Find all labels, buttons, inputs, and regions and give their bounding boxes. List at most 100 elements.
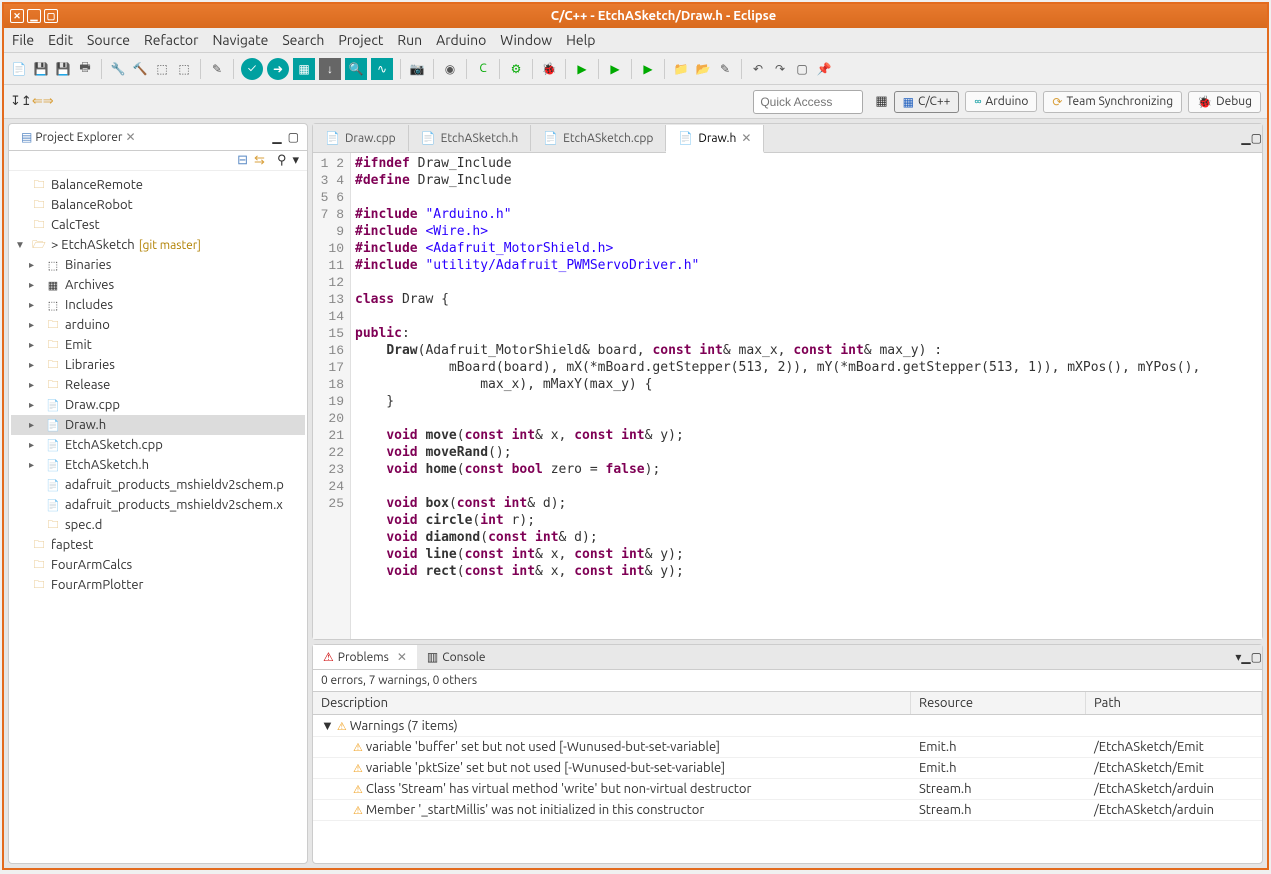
profile-icon[interactable]: ▶ [639, 60, 657, 78]
expand-down-icon[interactable]: ↧ [10, 94, 21, 109]
menu-project[interactable]: Project [338, 32, 383, 48]
close-icon[interactable]: ✕ [741, 131, 751, 145]
perspective-arduino[interactable]: ∞Arduino [965, 91, 1037, 112]
hammer-icon[interactable]: 🔨 [131, 60, 149, 78]
tree-item[interactable]: Includes [65, 298, 113, 312]
tree-item[interactable]: Binaries [65, 258, 111, 272]
wrench-icon[interactable]: 🔧 [109, 60, 127, 78]
save-icon[interactable]: 💾 [32, 60, 50, 78]
minimize-pane-icon[interactable]: ▁ [1241, 131, 1250, 145]
tree-item[interactable]: Draw.h [65, 418, 106, 432]
minimize-pane-icon[interactable]: ▁ [272, 130, 281, 144]
expand-icon[interactable]: ▼ [15, 239, 27, 251]
menu-file[interactable]: File [12, 32, 34, 48]
tree-item[interactable]: Libraries [65, 358, 115, 372]
new-proj-icon[interactable]: 📁 [672, 60, 690, 78]
print-icon[interactable]: 🖶 [76, 60, 94, 78]
tree-item[interactable]: adafruit_products_mshieldv2schem.x [65, 498, 283, 512]
new-sketch-icon[interactable]: ▦ [293, 58, 315, 80]
code-area[interactable]: #ifndef Draw_Include #define Draw_Includ… [351, 153, 1262, 639]
minimize-pane-icon[interactable]: ▁ [1241, 650, 1250, 664]
tree-item[interactable]: faptest [51, 538, 93, 552]
upload2-icon[interactable]: ↓ [319, 58, 341, 80]
window-minimize-icon[interactable]: ▁ [27, 9, 41, 23]
verify-icon[interactable]: ✓ [241, 58, 263, 80]
project-tree[interactable]: 🗀BalanceRemote 🗀BalanceRobot 🗀CalcTest ▼… [9, 171, 307, 863]
menu-edit[interactable]: Edit [48, 32, 73, 48]
menu-navigate[interactable]: Navigate [212, 32, 268, 48]
binary2-icon[interactable]: ⬚ [175, 60, 193, 78]
editor-body[interactable]: 1 2 3 4 5 6 7 8 9 10 11 12 13 14 15 16 1… [313, 153, 1262, 639]
titlebar[interactable]: ✕ ▁ ▢ C/C++ - EtchASketch/Draw.h - Eclip… [4, 4, 1267, 28]
perspective-team[interactable]: ⟳Team Synchronizing [1043, 91, 1182, 113]
tree-item[interactable]: spec.d [65, 518, 102, 532]
menu-source[interactable]: Source [87, 32, 130, 48]
tree-item[interactable]: CalcTest [51, 218, 100, 232]
problem-row[interactable]: ⚠ Member '_startMillis' was not initiali… [313, 800, 1262, 821]
box-icon[interactable]: ▢ [793, 60, 811, 78]
expand-icon[interactable]: ▸ [29, 439, 41, 451]
new-icon[interactable]: 📄 [10, 60, 28, 78]
undo-icon[interactable]: ↶ [749, 60, 767, 78]
target-icon[interactable]: ◉ [441, 60, 459, 78]
editor-tab-drawcpp[interactable]: 📄Draw.cpp [313, 125, 409, 151]
perspective-cpp[interactable]: ▦C/C++ [894, 91, 960, 113]
expand-icon[interactable]: ▸ [29, 459, 41, 471]
problem-row[interactable]: ⚠ variable 'buffer' set but not used [-W… [313, 737, 1262, 758]
gear-icon[interactable]: ⚙ [507, 60, 525, 78]
column-resource[interactable]: Resource [911, 692, 1086, 714]
tree-item[interactable]: arduino [65, 318, 110, 332]
view-menu-icon[interactable]: ▾ [292, 153, 299, 168]
expand-icon[interactable]: ▸ [29, 319, 41, 331]
open-proj-icon[interactable]: 📂 [694, 60, 712, 78]
expand-icon[interactable]: ▸ [29, 399, 41, 411]
problem-row[interactable]: ⚠ Class 'Stream' has virtual method 'wri… [313, 779, 1262, 800]
tree-item[interactable]: FourArmPlotter [51, 578, 143, 592]
maximize-pane-icon[interactable]: ▢ [1251, 131, 1262, 145]
tree-item[interactable]: > EtchASketch [51, 238, 135, 252]
tree-item[interactable]: BalanceRemote [51, 178, 143, 192]
expand-icon[interactable]: ▸ [29, 359, 41, 371]
collapse-all-icon[interactable]: ⊟ [237, 153, 248, 168]
wand-icon[interactable]: ✎ [208, 60, 226, 78]
tree-item[interactable]: FourArmCalcs [51, 558, 132, 572]
problem-row[interactable]: ⚠ variable 'pktSize' set but not used [-… [313, 758, 1262, 779]
console-tab[interactable]: ▥Console [417, 645, 496, 669]
project-explorer-tab[interactable]: ▤ Project Explorer ✕ [17, 128, 140, 146]
run-icon[interactable]: ▶ [573, 60, 591, 78]
forward-icon[interactable]: ⇒ [43, 94, 54, 109]
column-description[interactable]: Description [313, 692, 911, 714]
edit-proj-icon[interactable]: ✎ [716, 60, 734, 78]
menu-search[interactable]: Search [282, 32, 324, 48]
expand-icon[interactable]: ▸ [29, 419, 41, 431]
ext-icon[interactable]: ▶ [606, 60, 624, 78]
editor-tab-etchh[interactable]: 📄EtchASketch.h [409, 125, 532, 151]
expand-icon[interactable]: ▸ [29, 299, 41, 311]
expand-icon[interactable]: ▸ [29, 339, 41, 351]
menu-help[interactable]: Help [566, 32, 595, 48]
camera-icon[interactable]: 📷 [408, 60, 426, 78]
quick-access-input[interactable] [753, 90, 863, 114]
close-icon[interactable]: ✕ [397, 650, 407, 664]
problems-table[interactable]: Description Resource Path ▼ ⚠ Warnings (… [313, 691, 1262, 863]
editor-tab-drawh[interactable]: 📄Draw.h✕ [666, 125, 764, 153]
pin-icon[interactable]: 📌 [815, 60, 833, 78]
problems-group-row[interactable]: ▼ ⚠ Warnings (7 items) [313, 715, 1262, 737]
tree-item[interactable]: Archives [65, 278, 114, 292]
menu-window[interactable]: Window [500, 32, 552, 48]
tree-item[interactable]: adafruit_products_mshieldv2schem.p [65, 478, 284, 492]
expand-icon[interactable]: ▸ [29, 259, 41, 271]
maximize-pane-icon[interactable]: ▢ [288, 130, 299, 144]
tree-item[interactable]: Emit [65, 338, 92, 352]
back-icon[interactable]: ⇐ [32, 94, 43, 109]
close-icon[interactable]: ✕ [125, 130, 135, 144]
collapse-up-icon[interactable]: ↥ [21, 94, 32, 109]
expand-icon[interactable]: ▸ [29, 379, 41, 391]
expand-icon[interactable]: ▸ [29, 279, 41, 291]
binary-icon[interactable]: ⬚ [153, 60, 171, 78]
tree-item[interactable]: EtchASketch.cpp [65, 438, 163, 452]
upload-icon[interactable]: ➜ [267, 58, 289, 80]
tree-item[interactable]: BalanceRobot [51, 198, 133, 212]
maximize-pane-icon[interactable]: ▢ [1251, 650, 1262, 664]
tree-item[interactable]: Release [65, 378, 110, 392]
